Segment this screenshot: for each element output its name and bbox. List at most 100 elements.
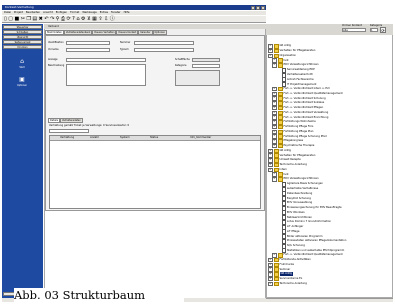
find-icon[interactable]: ⚲: [56, 16, 60, 22]
nav-button-1[interactable]: Steuerbar: [3, 25, 42, 29]
number-label: Nummer: [120, 41, 131, 44]
menu-item[interactable]: Einfügen: [56, 11, 67, 15]
tree-item[interactable]: + Technische Anleitung: [268, 281, 307, 286]
menu-item[interactable]: Fenster: [111, 11, 121, 15]
export-icon[interactable]: ⇪: [98, 16, 102, 22]
nav-button-2[interactable]: Schließen: [3, 30, 42, 34]
undo-icon[interactable]: ↶: [44, 16, 48, 22]
tree-item-label: Fort- u. Verbindlichkeit Pflegen: [283, 106, 324, 109]
table-header-cell[interactable]: Verhaltung: [60, 136, 90, 140]
menu-item[interactable]: Format: [70, 11, 79, 15]
menu-item[interactable]: Projekt: [14, 11, 23, 15]
options-icon-label: Optionen: [16, 84, 28, 87]
new-icon[interactable]: ▯: [4, 16, 7, 22]
tree-item-label: Fort- u. Verbindlichkeit Qualitätsmanage…: [283, 91, 343, 95]
category-label: Kategorie: [175, 64, 187, 67]
name-field[interactable]: [66, 48, 110, 52]
table-header-cell: [50, 136, 60, 140]
folder-icon: [273, 281, 279, 286]
category-select[interactable]: 1: [370, 28, 378, 32]
tree-item-label: Fort- u. Verbindlichkeit Schulung: [283, 96, 326, 100]
menu-bar: Datei Projekt Bearbeiten Ansicht Einfügen For…: [2, 11, 266, 15]
identifier-field[interactable]: [66, 41, 110, 45]
window-title-bar: Kontext-Verhaltung: [2, 5, 266, 10]
tree-item-label: Serviceinterne EL: [279, 277, 303, 280]
category-field[interactable]: [192, 64, 220, 68]
description-field[interactable]: [66, 64, 146, 86]
tab-details[interactable]: Details: [48, 118, 60, 123]
start-icon[interactable]: ⌂: [16, 58, 28, 65]
open-icon[interactable]: ▢: [8, 16, 13, 22]
toolbar: ▯ ▢ ■ ✂ ❐ ▤ ✖ ↶ ↷ ⚲ ⎙ ⟳? ⌂ ⚙ ⊻ ▦ ⇪ ⇩ ⓘ: [2, 16, 266, 23]
print-icon[interactable]: ⎙: [61, 16, 65, 22]
menu-item[interactable]: Hilfe: [124, 11, 130, 15]
tree-item-label: EDV Verwaltungsrichtlinien: [283, 177, 319, 181]
description-label: Beschreibung: [48, 64, 65, 67]
table-header-cell[interactable]: System: [120, 136, 150, 140]
grid-icon[interactable]: ▦: [92, 16, 97, 22]
tree-item-label: Fortbildung Pflege Plan: [283, 129, 314, 133]
status-bar: [266, 298, 393, 302]
tree-item-label: GR Antlg: [279, 44, 291, 48]
folder-select[interactable]: Alle: [342, 28, 366, 32]
nav-button-4[interactable]: Seitenverlust: [3, 40, 42, 44]
tree-item-label: Technische Anleitung: [279, 281, 307, 285]
table-header-cell[interactable]: Anzahl: [90, 136, 120, 140]
tree-item-label: Technische Anleitung: [279, 163, 307, 166]
help-icon[interactable]: ?: [72, 16, 75, 22]
home-icon[interactable]: ⌂: [76, 16, 79, 22]
info-icon[interactable]: ⓘ: [110, 16, 115, 22]
tree-item-label: Umwelt Rezepte: [279, 158, 301, 162]
tree-item-label: EDV Verwaltungsrichtlinien: [283, 63, 319, 67]
copy-icon[interactable]: ❐: [26, 16, 30, 22]
tree-item-label: Fortbildung Pflege Fürs: [283, 125, 314, 128]
tree-item-label: Fortbildung Pflege Schulung Pfad: [283, 134, 327, 138]
filter-text: Verhaltung gemäß Ticket je Verwaltungs: …: [49, 124, 130, 127]
tree-item-label: Psychiatrische Therapie: [283, 144, 315, 147]
menu-item[interactable]: Ansicht: [43, 11, 53, 15]
menu-item[interactable]: Datei: [4, 11, 11, 15]
type-label: Typisch: [120, 48, 129, 51]
empty-area: [45, 211, 265, 298]
redo-icon[interactable]: ↷: [50, 16, 54, 22]
minimize-button[interactable]: [251, 5, 255, 10]
tree-item-label: Fort- u. Verbindlichkeit Soziales: [283, 101, 325, 105]
tree-item-label: Fort- u. Verbindlichkeit Einrichtung: [283, 115, 329, 119]
cut-icon[interactable]: ✂: [21, 16, 25, 22]
text-field[interactable]: [66, 58, 146, 62]
settings-icon[interactable]: ⚙: [81, 16, 85, 22]
left-navigation: Steuerbar Schließen Übersicht Seitenverl…: [2, 24, 43, 298]
nav-button-5[interactable]: Drucken: [3, 45, 42, 49]
category-list[interactable]: [175, 70, 220, 86]
import-icon[interactable]: ⇩: [104, 16, 108, 22]
date-field[interactable]: [192, 58, 220, 62]
text-label: Anzeige: [48, 58, 58, 61]
number-field[interactable]: [134, 41, 194, 45]
tree-item-label: Verhalten für Pflegeberaten: [279, 49, 316, 52]
table-header-cell[interactable]: Info_Kommentar: [190, 136, 250, 140]
data-table: Verhaltung Anzahl System Status Info_Kom…: [49, 135, 261, 209]
save-icon[interactable]: ■: [15, 16, 20, 22]
tree-item-label: GR Antlg: [279, 148, 291, 152]
maximize-button[interactable]: [256, 5, 260, 10]
delete-icon[interactable]: ✖: [39, 16, 43, 22]
identifier-label: Identifikation: [48, 41, 64, 44]
filter-icon[interactable]: ⊻: [87, 16, 91, 22]
tab-verhaltensdaten[interactable]: Verhaltensdaten: [59, 118, 83, 123]
type-field[interactable]: [134, 48, 194, 52]
refresh-icon[interactable]: ⟳: [380, 27, 386, 33]
menu-item[interactable]: Bearbeiten: [26, 11, 40, 15]
filter-field[interactable]: [49, 129, 89, 133]
close-button[interactable]: [261, 5, 265, 10]
paste-icon[interactable]: ▤: [32, 16, 37, 22]
tree-item-label: Intern: [279, 167, 288, 171]
refresh-icon[interactable]: ⟳: [66, 16, 70, 22]
window-title: Kontext-Verhaltung: [5, 5, 34, 9]
lower-tabs: Details Verhaltensdaten: [48, 118, 83, 123]
options-icon[interactable]: ▣: [16, 76, 28, 83]
menu-item[interactable]: Extras: [100, 11, 108, 15]
menu-item[interactable]: Werkzeuge: [82, 11, 96, 15]
expand-toggle-icon[interactable]: +: [268, 281, 273, 286]
table-header-cell[interactable]: Status: [150, 136, 190, 140]
nav-button-3[interactable]: Übersicht: [3, 35, 42, 39]
